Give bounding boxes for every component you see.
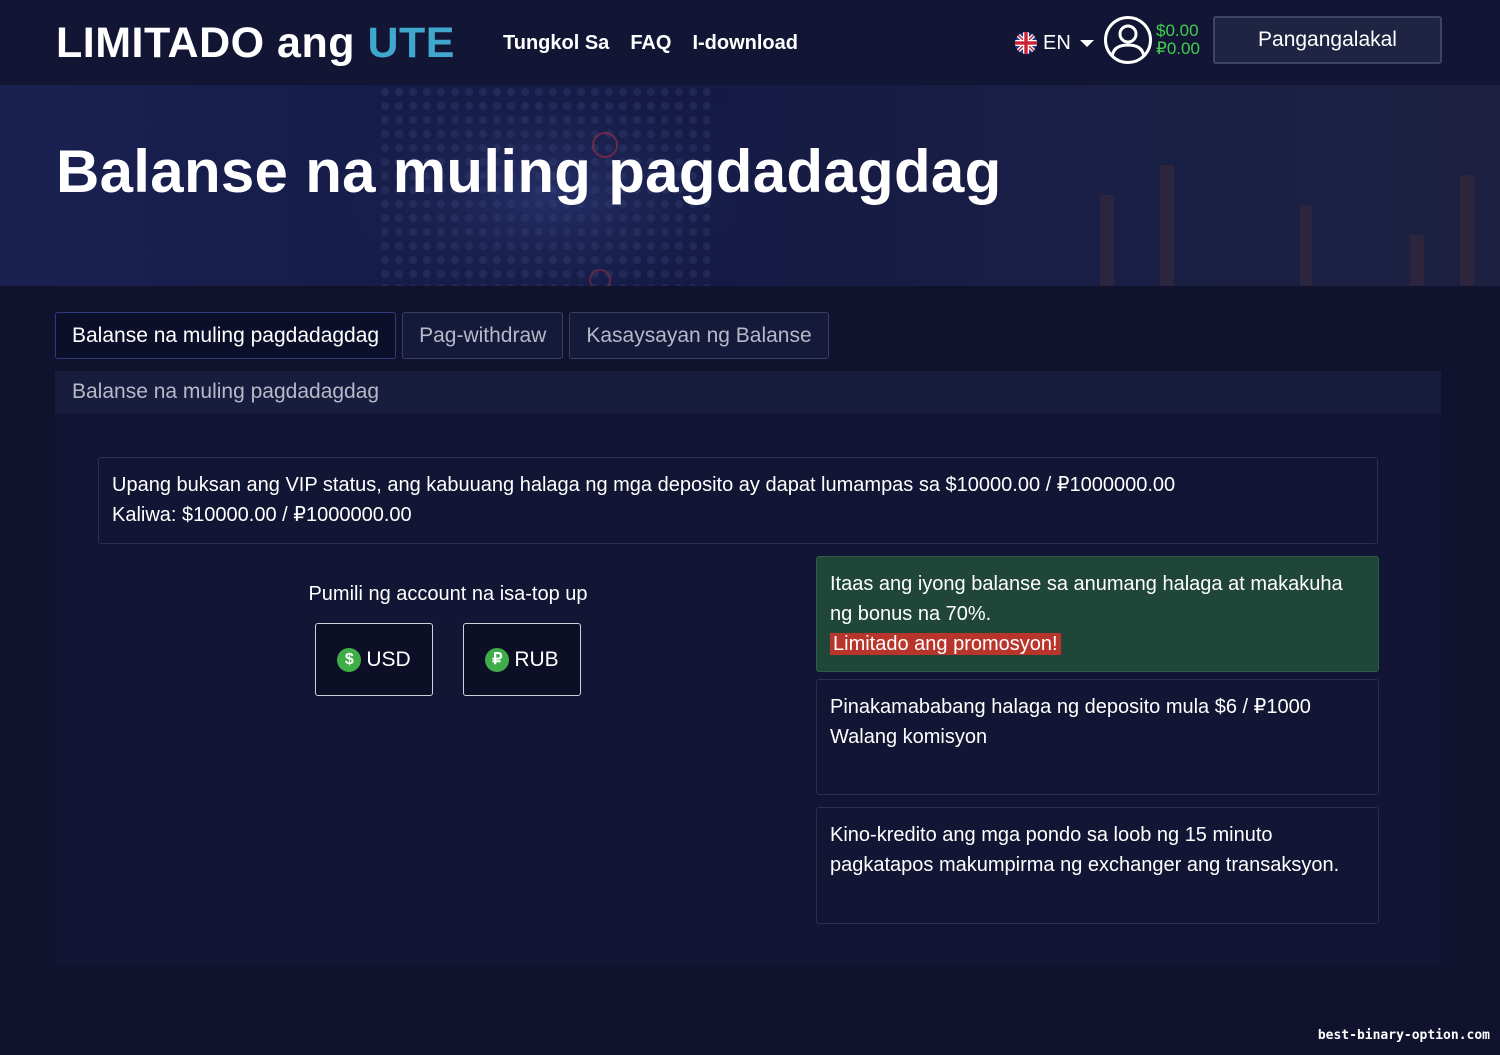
language-selector[interactable]: EN xyxy=(1015,29,1094,57)
credit-time-text: Kino-kredito ang mga pondo sa loob ng 15… xyxy=(830,824,1340,876)
tab-balance-history[interactable]: Kasaysayan ng Balanse xyxy=(569,312,829,359)
rub-account-button[interactable]: ₽ RUB xyxy=(463,623,581,696)
main-nav: Tungkol Sa FAQ I-download xyxy=(503,29,798,57)
site-logo[interactable]: LIMITADO ang UTE xyxy=(56,18,455,68)
balance-usd: $0.00 xyxy=(1156,21,1199,40)
dollar-coin-icon: $ xyxy=(337,647,362,672)
nav-faq-link[interactable]: FAQ xyxy=(630,29,671,57)
hero-banner: Balanse na muling pagdadagdag xyxy=(0,85,1500,286)
balance-tabs: Balanse na muling pagdadagdag Pag-withdr… xyxy=(55,312,829,359)
rub-label: RUB xyxy=(514,647,559,671)
deposit-panel: Balanse na muling pagdadagdag Upang buks… xyxy=(55,371,1441,966)
balance-rub: ₽0.00 xyxy=(1156,39,1200,58)
promo-badge: Limitado ang promosyon! xyxy=(830,633,1061,655)
panel-heading: Balanse na muling pagdadagdag xyxy=(55,371,1441,413)
ruble-coin-icon: ₽ xyxy=(485,647,510,672)
tab-deposit[interactable]: Balanse na muling pagdadagdag xyxy=(55,312,397,359)
min-deposit-info-box: Pinakamababang halaga ng deposito mula $… xyxy=(816,679,1379,795)
page-title: Balanse na muling pagdadagdag xyxy=(56,138,1002,205)
logo-main-text: LIMITADO ang xyxy=(56,19,368,67)
watermark: best-binary-option.com xyxy=(1317,1028,1490,1043)
usd-account-button[interactable]: $ USD xyxy=(315,623,433,696)
user-avatar-icon[interactable] xyxy=(1104,16,1152,64)
logo-accent-text: UTE xyxy=(367,19,455,67)
no-commission-text: Walang komisyon xyxy=(830,726,988,748)
language-code: EN xyxy=(1043,32,1071,54)
account-select-label: Pumili ng account na isa-top up xyxy=(308,583,588,605)
usd-label: USD xyxy=(366,647,411,671)
tab-withdraw[interactable]: Pag-withdraw xyxy=(402,312,564,359)
caret-down-icon xyxy=(1079,39,1094,47)
nav-download-link[interactable]: I-download xyxy=(692,29,798,57)
uk-flag-icon xyxy=(1015,32,1037,54)
min-deposit-text: Pinakamababang halaga ng deposito mula $… xyxy=(830,696,1311,718)
credit-time-info-box: Kino-kredito ang mga pondo sa loob ng 15… xyxy=(816,807,1379,924)
vip-remaining-text: Kaliwa: $10000.00 / ₽1000000.00 xyxy=(112,504,412,526)
nav-about-link[interactable]: Tungkol Sa xyxy=(503,29,609,57)
vip-requirement-text: Upang buksan ang VIP status, ang kabuuan… xyxy=(112,474,1176,496)
bonus-text: Itaas ang iyong balanse sa anumang halag… xyxy=(830,573,1343,625)
top-header: LIMITADO ang UTE Tungkol Sa FAQ I-downlo… xyxy=(0,0,1500,85)
account-balances: $0.00 ₽0.00 xyxy=(1156,22,1200,58)
bonus-info-box: Itaas ang iyong balanse sa anumang halag… xyxy=(816,556,1379,672)
vip-status-notice: Upang buksan ang VIP status, ang kabuuan… xyxy=(98,457,1378,544)
trade-button[interactable]: Pangangalakal xyxy=(1213,16,1442,64)
